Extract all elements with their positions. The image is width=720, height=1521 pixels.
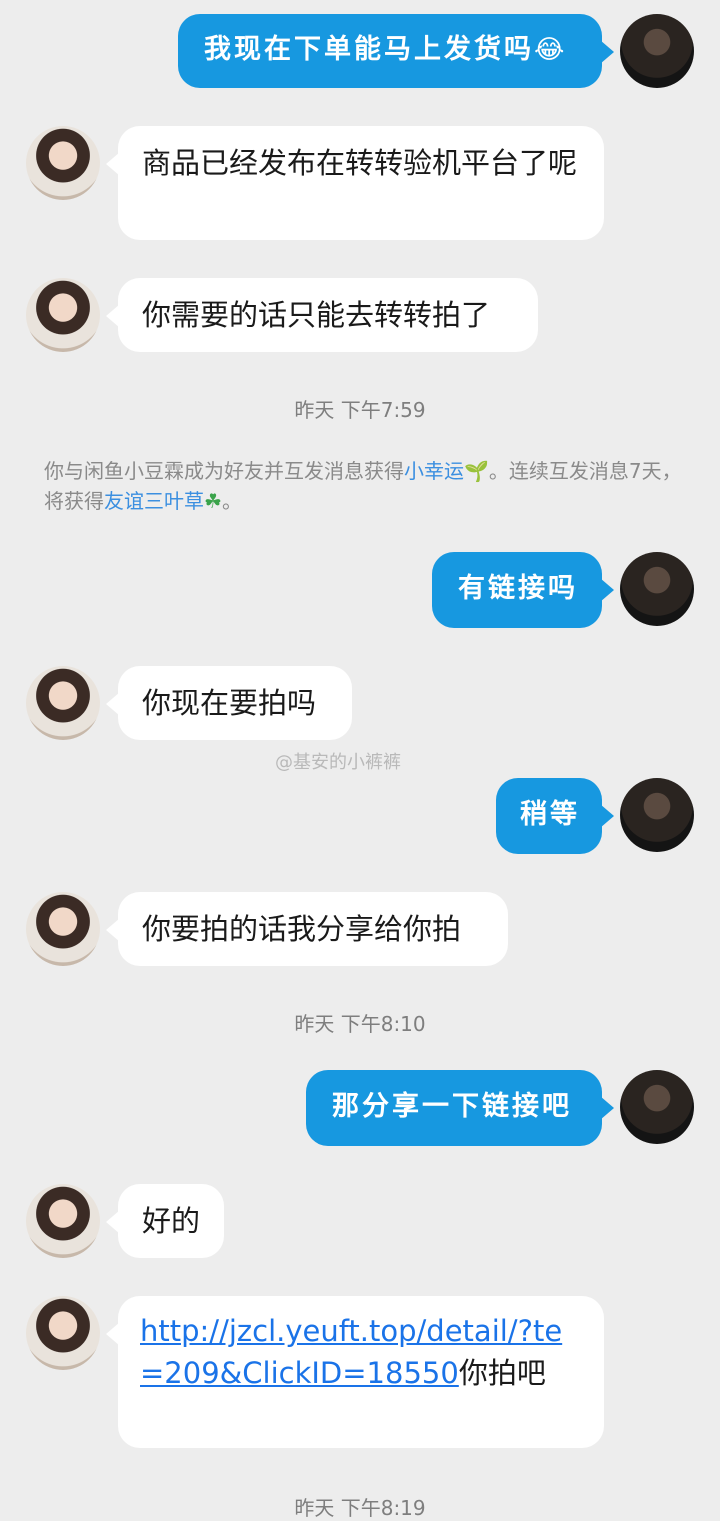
bubble-tail [600,40,614,64]
timestamp: 昨天 下午8:10 [294,1012,426,1036]
system-notice: 你与闲鱼小豆霖成为好友并互发消息获得小幸运🌱。连续互发消息7天，将获得友谊三叶草… [44,459,682,513]
my-avatar[interactable] [620,778,694,852]
message-bubble-received[interactable]: 你需要的话只能去转转拍了 [118,278,538,352]
timestamp: 昨天 下午7:59 [294,398,426,422]
contact-avatar[interactable] [26,126,100,200]
message-bubble-sent[interactable]: 我现在下单能马上发货吗😂 [178,14,602,88]
bubble-tail [600,804,614,828]
clover-icon: ☘ [204,489,222,513]
contact-avatar[interactable] [26,892,100,966]
message-text: 你需要的话只能去转转拍了 [142,298,491,332]
my-avatar[interactable] [620,1070,694,1144]
message-text: 商品已经发布在转转验机平台了呢 [142,146,578,180]
message-bubble-sent[interactable]: 那分享一下链接吧 [306,1070,602,1146]
message-bubble-received[interactable]: http://jzcl.yeuft.top/detail/?te=209&Cli… [118,1296,604,1448]
sprout-icon: 🌱 [464,459,489,483]
laughing-emoji-icon: 😂 [534,35,565,65]
clover-link[interactable]: 友谊三叶草 [104,489,204,513]
message-bubble-sent[interactable]: 稍等 [496,778,602,854]
contact-avatar[interactable] [26,1184,100,1258]
message-text: 你拍吧 [458,1356,546,1390]
lucky-link[interactable]: 小幸运 [404,459,464,483]
timestamp: 昨天 下午8:19 [294,1496,426,1520]
my-avatar[interactable] [620,14,694,88]
message-bubble-received[interactable]: 好的 [118,1184,224,1258]
message-text: 那分享一下链接吧 [332,1091,572,1122]
message-text: 你现在要拍吗 [142,686,317,720]
bubble-tail [600,578,614,602]
message-bubble-sent[interactable]: 有链接吗 [432,552,602,628]
message-text: 我现在下单能马上发货吗 [204,34,534,65]
contact-avatar[interactable] [26,278,100,352]
my-avatar[interactable] [620,552,694,626]
contact-avatar[interactable] [26,1296,100,1370]
watermark: @基安的小裤裤 [275,752,401,773]
message-text: 好的 [142,1204,201,1238]
bubble-tail [600,1096,614,1120]
message-text: 你要拍的话我分享给你拍 [142,912,462,946]
message-bubble-received[interactable]: 你要拍的话我分享给你拍 [118,892,508,966]
message-bubble-received[interactable]: 你现在要拍吗 [118,666,352,740]
message-text: 稍等 [520,799,580,830]
message-bubble-received[interactable]: 商品已经发布在转转验机平台了呢 [118,126,604,240]
message-text: 有链接吗 [458,573,578,604]
contact-avatar[interactable] [26,666,100,740]
